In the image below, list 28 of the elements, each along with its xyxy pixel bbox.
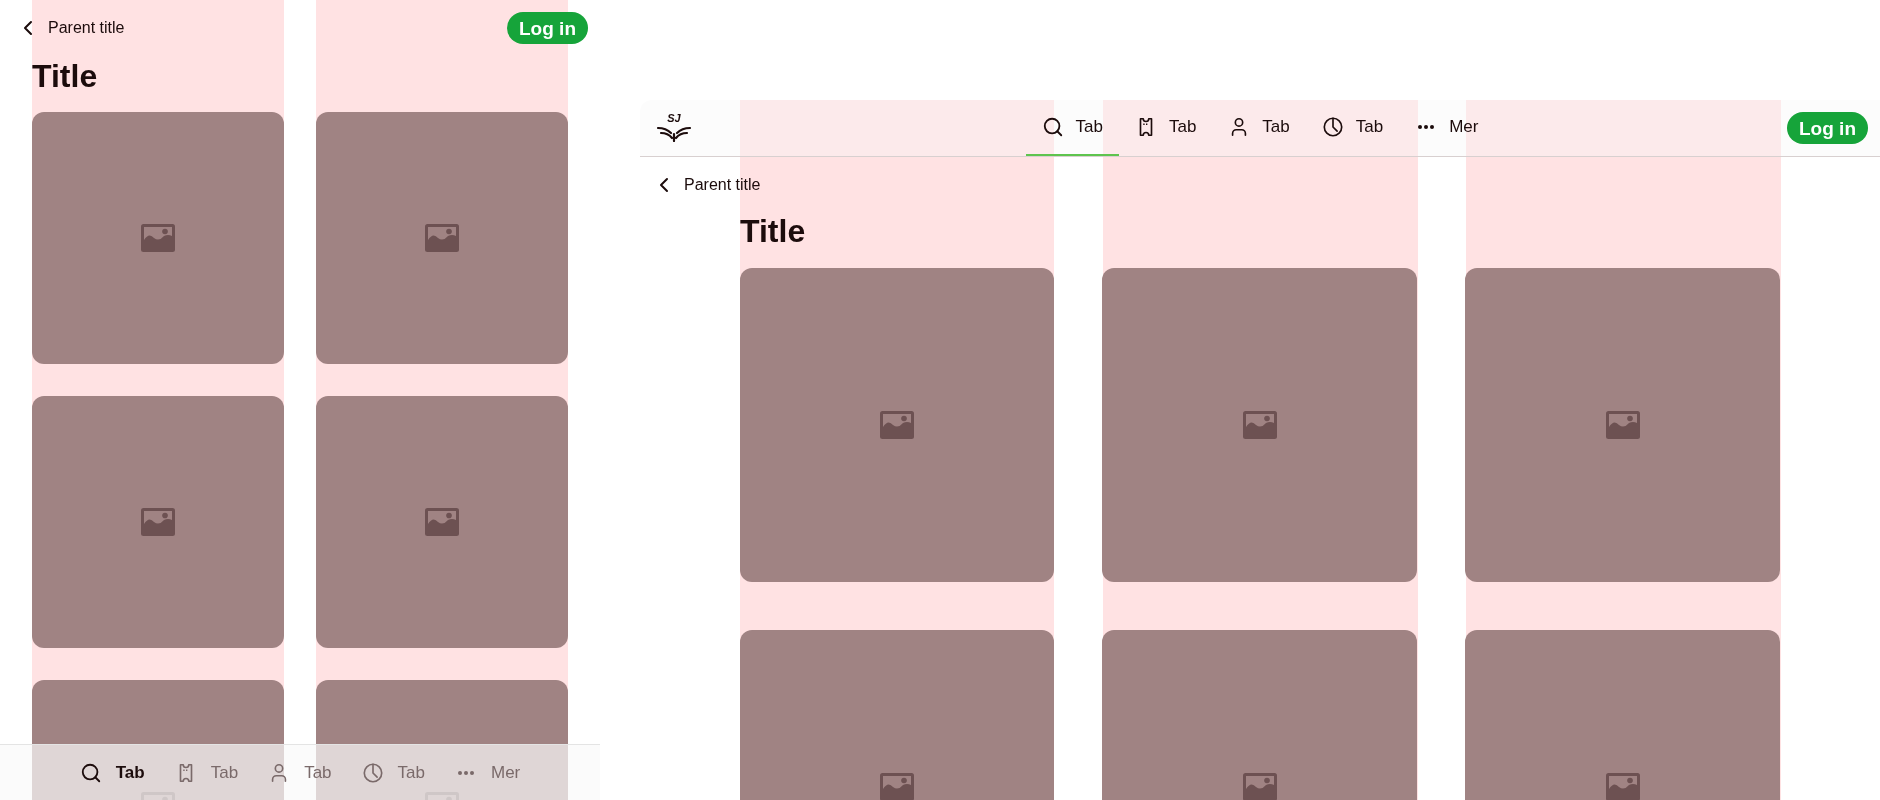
tab[interactable]: Tab <box>1212 100 1306 156</box>
image-icon <box>425 508 459 536</box>
page-title: Title <box>740 213 806 249</box>
more-icon <box>1418 125 1435 129</box>
image-icon <box>880 411 914 439</box>
tab[interactable]: Tab <box>1118 100 1213 156</box>
image-icon <box>1242 411 1277 439</box>
image-icon <box>1605 411 1640 439</box>
tab[interactable]: Tab <box>79 759 145 786</box>
clock-icon <box>361 761 384 784</box>
back-link[interactable]: Parent title <box>652 173 761 197</box>
back-link[interactable]: Parent title <box>16 16 125 40</box>
tab[interactable]: Tab <box>1305 100 1400 156</box>
tab[interactable]: Tab <box>174 759 239 786</box>
tab[interactable]: Mer <box>1399 100 1495 156</box>
clock-icon <box>1321 116 1344 138</box>
tab[interactable]: Tab <box>361 759 425 786</box>
page-title: Title <box>32 58 98 94</box>
image-icon <box>141 508 175 536</box>
image-icon <box>425 224 459 252</box>
search-icon <box>79 761 102 784</box>
image-icon <box>141 224 175 252</box>
tab[interactable]: Tab <box>1025 100 1119 156</box>
more-icon <box>457 770 474 775</box>
tab[interactable]: Mer <box>454 759 521 786</box>
tab[interactable]: Tab <box>268 759 332 786</box>
logo: SJ <box>656 112 692 144</box>
search-icon <box>1041 116 1064 138</box>
